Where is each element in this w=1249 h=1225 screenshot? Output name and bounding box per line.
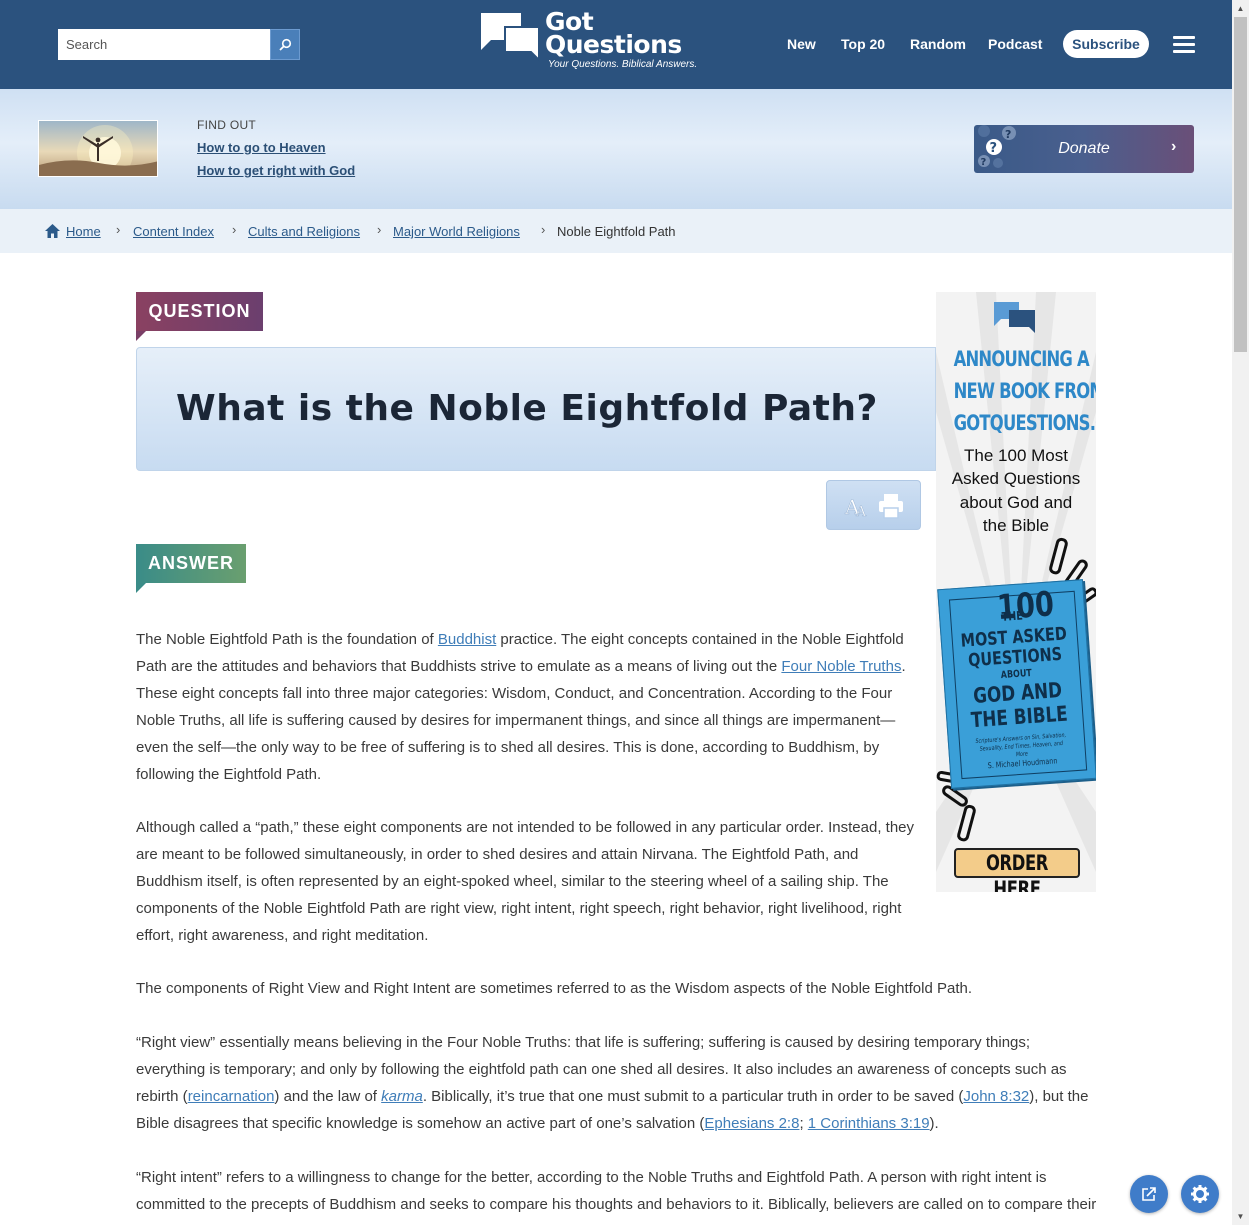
answer-paragraph-4: “Right view” essentially means believing… [136,1034,1089,1132]
menu-icon[interactable] [1173,36,1195,53]
person-sunrise-illustration [39,125,157,176]
find-out-label: FIND OUT [197,118,257,132]
answer-paragraph-1: The Noble Eightfold Path is the foundati… [136,631,906,783]
chevron-right-icon: › [541,222,546,237]
find-out-banner: FIND OUT How to go to Heaven How to get … [0,89,1232,209]
scroll-up-arrow[interactable]: ▲ [1232,0,1249,17]
donate-button[interactable]: ? ? ? Donate › [974,125,1194,173]
chevron-right-icon: › [232,222,237,237]
breadcrumb-cults-religions[interactable]: Cults and Religions [248,224,360,239]
answer-paragraph-2: Although called a “path,” these eight co… [136,819,915,944]
right-with-god-link[interactable]: How to get right with God [197,163,355,178]
ad-subtitle-4: the Bible [982,516,1050,535]
site-logo[interactable]: Got Questions Your Questions. Biblical A… [479,7,709,74]
logo-icon [481,13,540,62]
ad-subtitle-1: The 100 Most [964,446,1068,465]
print-icon[interactable] [877,493,905,519]
1-corinthians-3-19-link[interactable]: 1 Corinthians 3:19 [808,1115,930,1132]
book-cover: THE 100 MOST ASKED QUESTIONS ABOUT GOD A… [937,579,1096,789]
page-title: What is the Noble Eightfold Path? [176,388,878,429]
answer-tag-tail [136,583,146,593]
breadcrumb-content-index[interactable]: Content Index [133,224,214,239]
ad-headline-2: NEW BOOK FROM [953,379,1096,403]
ad-subtitle-3: about God and [959,493,1073,512]
heaven-link[interactable]: How to go to Heaven [197,140,326,155]
scrollbar-thumb[interactable] [1234,17,1247,352]
search-icon [279,38,292,51]
share-icon [1142,1187,1156,1201]
order-here-button[interactable]: ORDER HERE [954,848,1080,892]
ad-subtitle-2: Asked Questions [951,469,1081,488]
breadcrumb-major-world-religions[interactable]: Major World Religions [393,224,520,239]
search-box [58,29,300,60]
answer-paragraph-5: “Right intent” refers to a willingness t… [136,1169,1097,1225]
breadcrumb: Home › Content Index › Cults and Religio… [0,209,1232,253]
gear-icon [1191,1185,1209,1203]
scroll-down-arrow[interactable]: ▼ [1232,1208,1249,1225]
nav-new[interactable]: New [787,36,816,52]
ephesians-2-8-link[interactable]: Ephesians 2:8 [704,1115,799,1132]
breadcrumb-current: Noble Eightfold Path [557,224,676,239]
question-tag-tail [136,331,146,341]
translate-icon[interactable]: A A [844,493,872,519]
book-advertisement[interactable]: ANNOUNCING A NEW BOOK FROM GOTQUESTIONS.… [936,292,1096,892]
heaven-image[interactable] [38,120,158,177]
logo-title: Got Questions [545,7,682,59]
breadcrumb-home[interactable]: Home [66,224,101,239]
chevron-right-icon: › [1171,138,1177,155]
answer-tag: ANSWER [136,544,246,583]
buddhist-link[interactable]: Buddhist [438,631,496,648]
john-8-32-link[interactable]: John 8:32 [963,1088,1029,1105]
chevron-right-icon: › [377,222,382,237]
share-button[interactable] [1130,1175,1168,1213]
home-icon[interactable] [44,223,61,239]
ad-headline-1: ANNOUNCING A [953,347,1090,371]
settings-button[interactable] [1181,1175,1219,1213]
svg-text:A: A [855,504,867,519]
question-tag: QUESTION [136,292,263,331]
karma-link[interactable]: karma [381,1088,423,1105]
ad-logo-icon [994,302,1035,333]
search-button[interactable] [270,29,300,60]
svg-text:?: ? [981,157,987,168]
subscribe-button[interactable]: Subscribe [1063,30,1149,58]
site-header: Got Questions Your Questions. Biblical A… [0,0,1232,89]
chevron-right-icon: › [116,222,121,237]
logo-tagline: Your Questions. Biblical Answers. [548,59,698,70]
reincarnation-link[interactable]: reincarnation [188,1088,275,1105]
donate-label: Donate [1058,140,1110,157]
article-tools: A A [826,480,921,530]
nav-random[interactable]: Random [910,36,966,52]
search-input[interactable] [58,29,270,60]
nav-top-20[interactable]: Top 20 [841,36,885,52]
ad-headline-3: GOTQUESTIONS.ORG [953,411,1096,435]
answer-paragraph-3: The components of Right View and Right I… [136,980,972,997]
nav-podcast[interactable]: Podcast [988,36,1042,52]
four-noble-truths-link[interactable]: Four Noble Truths [781,658,901,675]
